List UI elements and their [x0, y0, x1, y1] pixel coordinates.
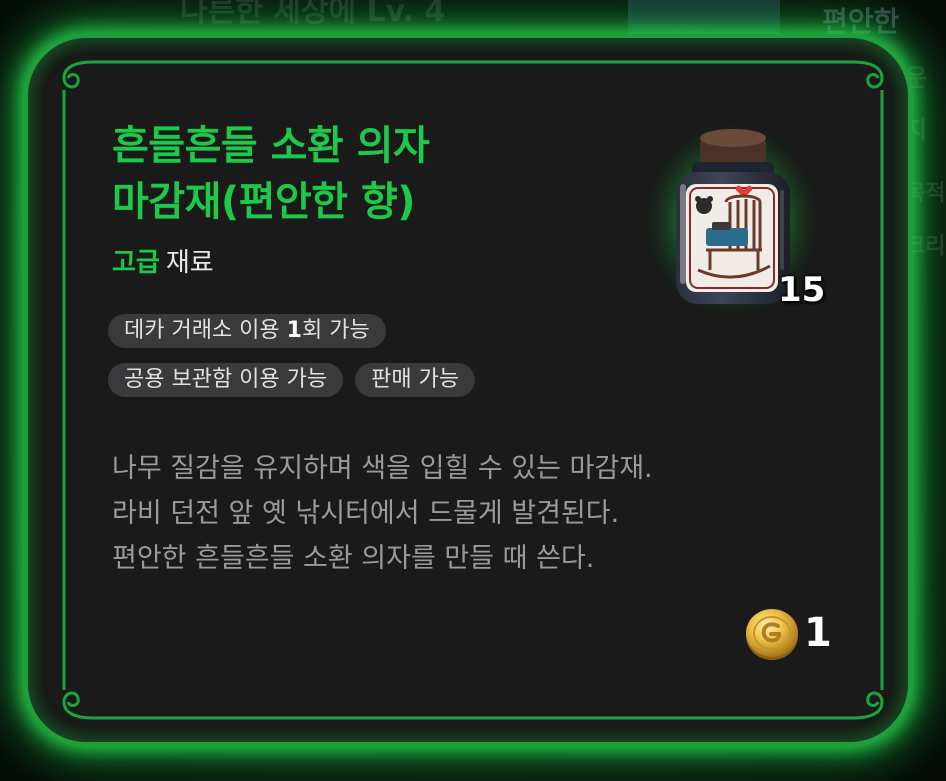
tag-row: 데카 거래소 이용 1회 가능	[108, 314, 588, 348]
item-grade-row: 고급 재료	[112, 242, 214, 279]
background-right-line: 목적	[905, 181, 946, 206]
item-title-line: 흔들흔들 소환 의자	[112, 123, 430, 169]
tag-text: 데카 거래소 이용	[124, 318, 287, 343]
tooltip-stage: 나른한 세상에 Lv. 4 편안한 운 지 목적 크리 흔들흔들 소환 의자 마…	[0, 0, 946, 781]
trade-limit-tag: 데카 거래소 이용 1회 가능	[108, 314, 386, 348]
tag-row: 공용 보관함 이용 가능 판매 가능	[108, 363, 588, 397]
item-title-line: 마감재(편안한 향)	[112, 179, 416, 225]
item-price: 1	[804, 610, 832, 656]
tag-count: 1	[286, 318, 302, 343]
item-tags: 데카 거래소 이용 1회 가능 공용 보관함 이용 가능 판매 가능	[108, 314, 588, 412]
description-line: 라비 던전 앞 옛 낚시터에서 드물게 발견된다.	[112, 498, 620, 529]
gold-coin-icon	[746, 609, 798, 660]
tag-text: 회 가능	[301, 318, 370, 343]
item-grade: 고급	[112, 248, 160, 278]
shared-storage-tag: 공용 보관함 이용 가능	[108, 363, 344, 397]
background-title: 나른한 세상에 Lv. 4	[180, 0, 446, 29]
description-line: 편안한 흔들흔들 소환 의자를 만들 때 쓴다.	[112, 543, 595, 574]
item-quantity: 15	[778, 270, 826, 310]
background-right-line: 운	[905, 64, 928, 92]
background-right-line: 지	[905, 116, 928, 144]
description-line: 나무 질감을 유지하며 색을 입힐 수 있는 마감재.	[112, 453, 653, 484]
item-title: 흔들흔들 소환 의자 마감재(편안한 향)	[112, 118, 592, 230]
background-right-title: 편안한	[822, 5, 900, 38]
item-category: 재료	[165, 248, 214, 278]
sellable-tag: 판매 가능	[355, 363, 476, 397]
background-right-line: 크리	[905, 234, 946, 259]
item-description: 나무 질감을 유지하며 색을 입힐 수 있는 마감재. 라비 던전 앞 옛 낚시…	[112, 446, 812, 581]
